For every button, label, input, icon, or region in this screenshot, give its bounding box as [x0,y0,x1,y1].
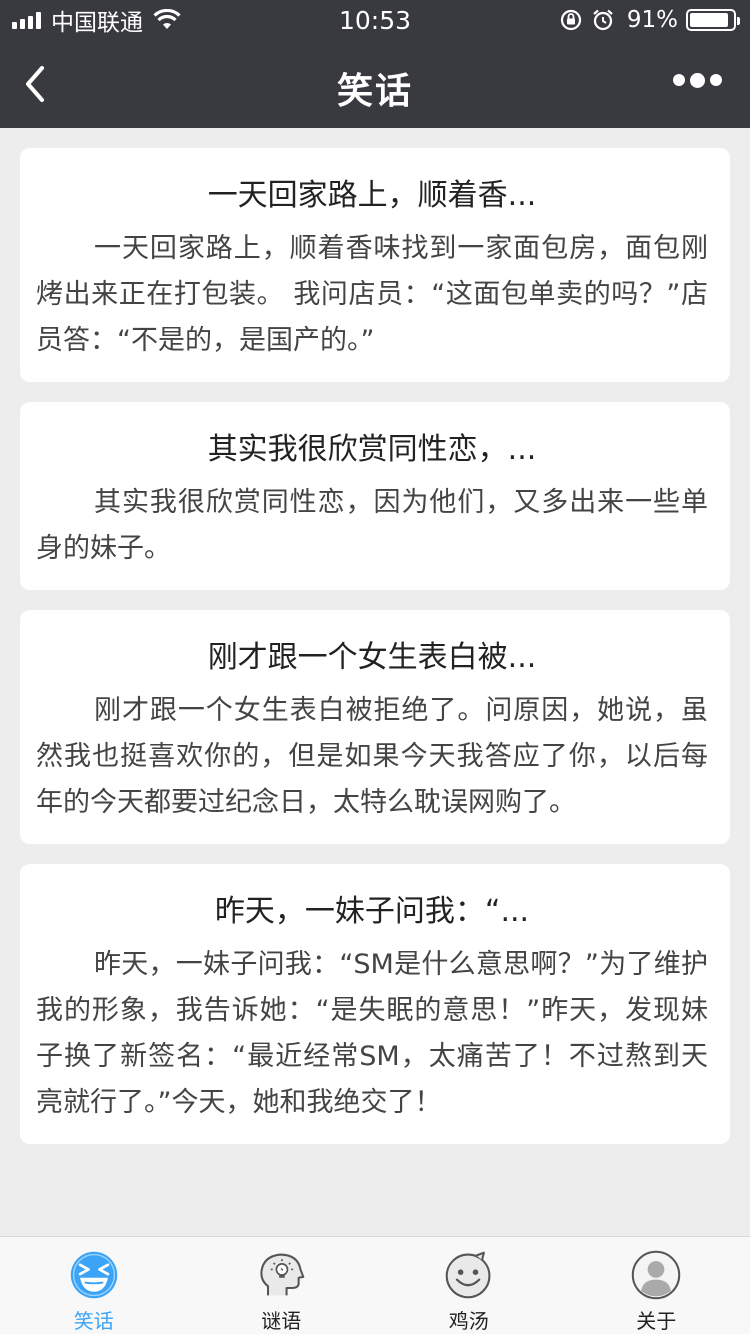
tab-label: 关于 [636,1309,677,1333]
joke-body: 一天回家路上，顺着香味找到一家面包房，面包刚烤出来正在打包装。 我问店员：“这面… [36,233,708,356]
battery-fill [690,13,729,27]
status-right: 91% [559,6,740,34]
thinking-head-icon [260,1253,305,1296]
smiley-face-icon [445,1251,491,1299]
joke-card[interactable]: 一天回家路上，顺着香... 一天回家路上，顺着香味找到一家面包房，面包刚烤出来正… [20,148,730,382]
tab-chicken-soup[interactable]: 鸡汤 [375,1237,563,1334]
joke-title: 其实我很欣赏同性恋，... [207,432,537,467]
tab-label: 谜语 [261,1309,302,1333]
joke-list: 一天回家路上，顺着香... 一天回家路上，顺着香味找到一家面包房，面包刚烤出来正… [20,148,730,1144]
battery-percent: 91% [626,7,678,33]
user-avatar-icon [632,1250,681,1300]
joke-title: 昨天，一妹子问我：“... [214,894,530,929]
more-menu-icon[interactable] [673,73,722,88]
status-bar: 中国联通 10:53 91% [0,0,750,40]
joke-title: 一天回家路上，顺着香... [207,178,537,213]
joke-card[interactable]: 其实我很欣赏同性恋，... 其实我很欣赏同性恋，因为他们，又多出来一些单身的妹子… [20,402,730,590]
joke-body: 其实我很欣赏同性恋，因为他们，又多出来一些单身的妹子。 [36,487,708,564]
joke-body: 昨天，一妹子问我：“SM是什么意思啊？”为了维护我的形象，我告诉她：“是失眠的意… [36,949,708,1118]
tab-label: 鸡汤 [448,1309,489,1333]
joke-card[interactable]: 刚才跟一个女生表白被... 刚才跟一个女生表白被拒绝了。问原因，她说，虽然我也挺… [20,610,730,844]
tab-jokes[interactable]: 笑话 [0,1237,188,1334]
joke-card[interactable]: 昨天，一妹子问我：“... 昨天，一妹子问我：“SM是什么意思啊？”为了维护我的… [20,864,730,1144]
battery-icon [686,9,740,31]
alarm-icon [593,9,613,31]
joke-body: 刚才跟一个女生表白被拒绝了。问原因，她说，虽然我也挺喜欢你的，但是如果今天我答应… [36,695,708,818]
tab-label: 笑话 [73,1309,114,1333]
rotation-lock-icon [560,9,581,31]
tab-about[interactable]: 关于 [563,1237,750,1334]
page-title: 笑话 [336,71,413,112]
laughing-face-icon [70,1251,117,1299]
nav-bar: 笑话 [0,40,750,128]
tab-bar: 笑话 谜语 鸡汤 关于 [0,1236,750,1334]
tab-riddles[interactable]: 谜语 [188,1237,376,1334]
joke-title: 刚才跟一个女生表白被... [207,640,537,675]
